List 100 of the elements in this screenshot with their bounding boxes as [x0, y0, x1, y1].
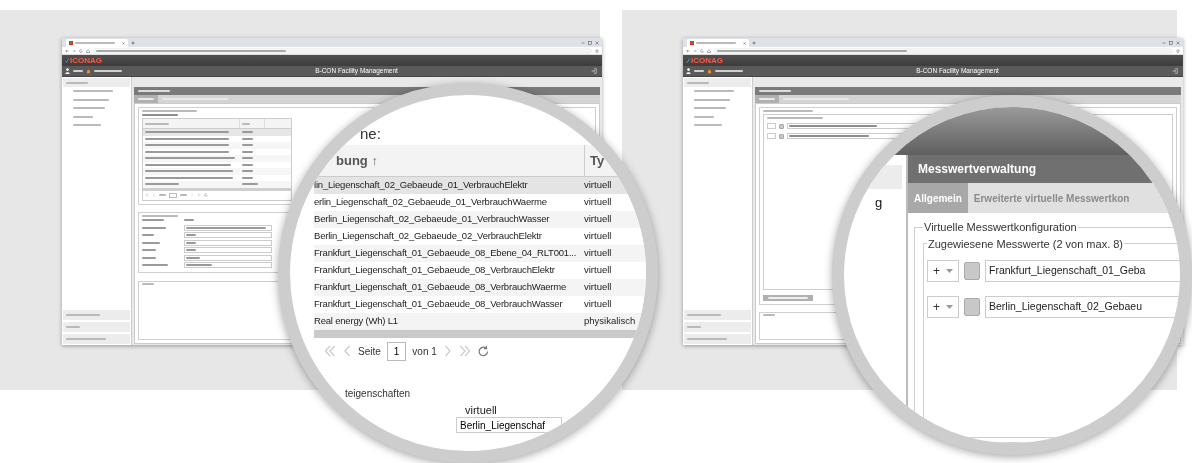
text-field[interactable]	[184, 254, 272, 261]
page-field[interactable]	[169, 192, 177, 198]
reload-icon[interactable]	[700, 48, 704, 53]
text-field[interactable]: Berlin_Liegenschaf	[456, 417, 562, 433]
group-legend: Zugewiesene Messwerte (2 von max. 8)	[927, 235, 1125, 252]
blurred-text	[186, 256, 200, 259]
sidebar-item[interactable]	[63, 310, 130, 320]
blurred-text	[242, 144, 253, 147]
add-button[interactable]	[763, 295, 813, 301]
table-cell: virtuell	[584, 178, 612, 193]
bell-icon[interactable]	[707, 68, 712, 74]
logo-icon	[65, 58, 69, 63]
blurred-text	[694, 90, 734, 93]
browser-tab[interactable]	[687, 39, 749, 47]
minimize-icon[interactable]	[581, 41, 585, 45]
blurred-text	[242, 150, 253, 153]
blurred-text	[184, 219, 194, 222]
favicon-icon	[69, 41, 73, 45]
column-header[interactable]	[240, 119, 265, 128]
close-icon[interactable]	[743, 41, 746, 45]
refresh-icon[interactable]	[476, 344, 490, 358]
browser-tab[interactable]	[66, 39, 128, 47]
blurred-text	[242, 183, 258, 186]
field-value: virtuell	[465, 403, 497, 418]
table-cell-text: lin_Liegenschaft_02_Gebaeude_01_VerbrauchElektr	[314, 178, 529, 193]
value-field[interactable]: Frankfurt_Liegenschaft_01_Geba	[985, 260, 1180, 282]
last-page-icon[interactable]	[458, 345, 471, 357]
blurred-text	[242, 163, 253, 166]
bell-icon[interactable]	[86, 68, 91, 74]
plus-icon[interactable]	[752, 41, 756, 45]
sidebar-item[interactable]	[63, 322, 130, 332]
pager-label: Seite	[358, 344, 381, 359]
tab[interactable]	[134, 95, 158, 103]
star-icon[interactable]	[595, 48, 599, 53]
add-dropdown[interactable]: +	[927, 296, 959, 318]
reload-icon[interactable]	[79, 48, 83, 53]
home-icon[interactable]	[707, 48, 711, 53]
sidebar-item[interactable]	[684, 310, 751, 320]
maximize-icon[interactable]	[1169, 41, 1173, 45]
group-legend: teigenschaften	[345, 386, 411, 401]
blurred-text	[242, 137, 253, 140]
blurred-text	[687, 81, 709, 84]
blurred-text	[142, 214, 178, 217]
text-field[interactable]	[184, 224, 272, 231]
add-dropdown[interactable]: +	[927, 260, 959, 282]
table-cell-text: Berlin_Liegenschaft_02_Gebaeude_02_VerbrauchElektr	[314, 229, 543, 244]
scrollbar[interactable]	[143, 187, 291, 191]
column-header[interactable]: Ty	[584, 145, 605, 176]
table-cell: virtuell	[584, 229, 612, 244]
address-bar[interactable]	[93, 47, 592, 54]
back-arrow-icon[interactable]	[686, 48, 690, 53]
close-icon[interactable]	[1176, 41, 1180, 45]
blurred-text	[73, 124, 101, 127]
sidebar-item[interactable]	[684, 322, 751, 332]
table-cell: virtuell	[584, 297, 612, 312]
square-button[interactable]	[964, 262, 980, 280]
minimize-icon[interactable]	[1162, 41, 1166, 45]
previous-page-icon[interactable]	[342, 345, 352, 357]
value-field[interactable]: Berlin_Liegenschaft_02_Gebaeu	[985, 296, 1180, 318]
table-cell: virtuell	[584, 280, 612, 295]
table-cell-text: Berlin_Liegenschaft_02_Gebaeude_01_VerbrauchWasser	[314, 212, 551, 227]
sidebar-group-header[interactable]	[684, 78, 751, 87]
logo-icon	[686, 58, 690, 63]
sidebar-item[interactable]	[684, 334, 751, 344]
text-field[interactable]	[184, 239, 272, 246]
table-cell: virtuell	[584, 263, 612, 278]
blurred-text	[242, 170, 253, 173]
logout-icon[interactable]	[1172, 68, 1178, 74]
sidebar-group-header[interactable]	[63, 78, 130, 87]
close-icon[interactable]	[122, 41, 125, 45]
maximize-icon[interactable]	[588, 41, 592, 45]
close-icon[interactable]	[595, 41, 599, 45]
address-bar[interactable]	[714, 47, 1173, 54]
column-header[interactable]	[143, 119, 240, 128]
blurred-text	[73, 107, 105, 110]
page-field[interactable]: 1	[386, 341, 407, 361]
blurred-text	[66, 81, 88, 84]
column-header[interactable]: bung ↑	[314, 145, 584, 176]
square-button[interactable]	[964, 298, 980, 316]
table-cell-text: Real energy (Wh) L1	[314, 314, 399, 329]
star-icon[interactable]	[1176, 48, 1180, 53]
text-field[interactable]	[184, 247, 272, 254]
back-arrow-icon[interactable]	[65, 48, 69, 53]
table-cell-text: Frankfurt_Liegenschaft_01_Gebaeude_08_Ebene_04_RLT001...	[314, 246, 578, 261]
blurred-text	[73, 98, 109, 101]
logout-icon[interactable]	[591, 68, 597, 74]
home-icon[interactable]	[86, 48, 90, 53]
tab[interactable]	[755, 95, 779, 103]
blurred-text	[145, 122, 169, 125]
blurred-text	[242, 157, 253, 160]
user-icon	[686, 68, 691, 74]
text-field[interactable]	[184, 262, 272, 269]
blurred-text	[142, 249, 156, 252]
table-cell-text: Frankfurt_Liegenschaft_01_Gebaeude_08_VerbrauchWasser	[314, 297, 564, 312]
next-page-icon[interactable]	[442, 345, 453, 357]
text-field[interactable]	[184, 232, 272, 239]
sidebar-item[interactable]	[63, 334, 130, 344]
plus-icon[interactable]	[131, 41, 135, 45]
user-icon	[65, 68, 70, 74]
first-page-icon[interactable]	[324, 345, 336, 357]
